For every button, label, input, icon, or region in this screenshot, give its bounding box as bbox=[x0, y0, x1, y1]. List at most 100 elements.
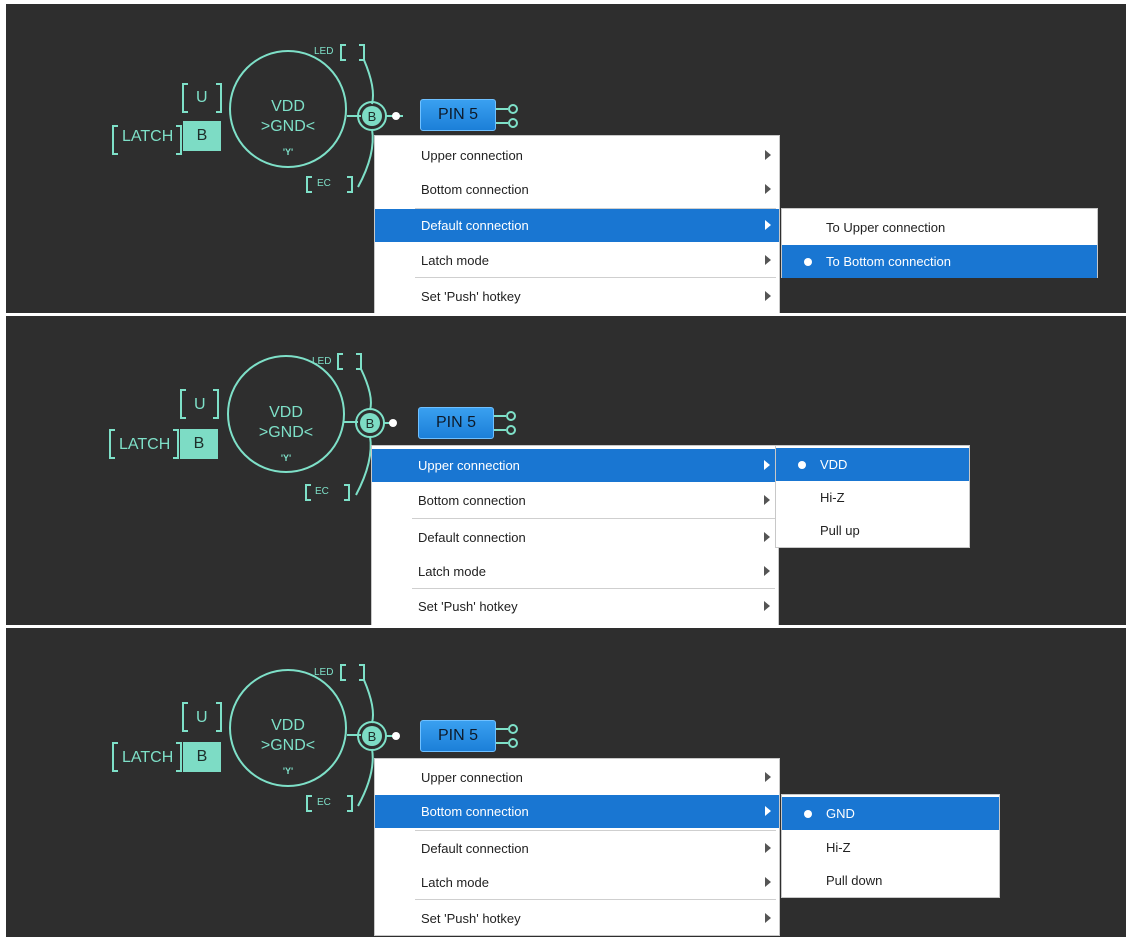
submenu-item-pull-up[interactable]: Pull up bbox=[776, 514, 969, 547]
submenu-item-hi-z[interactable]: Hi-Z bbox=[776, 481, 969, 514]
led-label: LED bbox=[314, 667, 334, 678]
menu-item-label: Default connection bbox=[418, 530, 526, 545]
submenu-item-vdd[interactable]: VDD bbox=[776, 448, 969, 481]
u-label: U bbox=[194, 396, 206, 413]
menu-item-label: Bottom connection bbox=[421, 182, 529, 197]
submenu-item-label: Hi-Z bbox=[826, 840, 851, 855]
menu-item-default-connection[interactable]: Default connection bbox=[375, 832, 779, 865]
menu-separator bbox=[412, 588, 775, 589]
menu-item-default-connection[interactable]: Default connection bbox=[372, 521, 778, 554]
submenu-arrow-icon bbox=[765, 149, 771, 160]
submenu-arrow-icon bbox=[764, 565, 770, 576]
vdd-label: VDD bbox=[271, 98, 305, 115]
b-button[interactable]: B bbox=[183, 742, 221, 772]
menu-item-upper-connection[interactable]: Upper connection bbox=[372, 449, 778, 482]
submenu-item-to-upper-connection[interactable]: To Upper connection bbox=[782, 211, 1097, 244]
y-label: 'Y' bbox=[282, 766, 294, 776]
b-node[interactable]: B bbox=[362, 726, 382, 746]
menu-item-latch-mode[interactable]: Latch mode bbox=[375, 244, 779, 277]
submenu-item-label: To Upper connection bbox=[826, 220, 946, 235]
menu-item-label: Latch mode bbox=[421, 875, 489, 890]
menu-separator bbox=[412, 518, 775, 519]
menu-item-set-push-hotkey[interactable]: Set 'Push' hotkey bbox=[372, 590, 778, 623]
submenu-arrow-icon bbox=[765, 805, 771, 816]
pin-5-button[interactable]: PIN 5 bbox=[420, 99, 496, 131]
menu-separator bbox=[415, 830, 776, 831]
panel-default-connection: LATCH U B VDD >GND< 'Y' LED EC B PIN 5 U… bbox=[6, 4, 1126, 313]
menu-item-label: Set 'Push' hotkey bbox=[421, 289, 521, 304]
submenu-upper-connection: VDD Hi-Z Pull up bbox=[776, 446, 969, 547]
menu-separator bbox=[415, 277, 776, 278]
u-label: U bbox=[196, 89, 208, 106]
b-button[interactable]: B bbox=[183, 121, 221, 151]
vdd-label: VDD bbox=[271, 717, 305, 734]
submenu-arrow-icon bbox=[764, 600, 770, 611]
submenu-item-pull-down[interactable]: Pull down bbox=[782, 864, 999, 897]
menu-item-label: Bottom connection bbox=[418, 493, 526, 508]
submenu-arrow-icon bbox=[765, 290, 771, 301]
latch-label: LATCH bbox=[122, 749, 174, 766]
menu-item-latch-mode[interactable]: Latch mode bbox=[372, 555, 778, 588]
submenu-arrow-icon bbox=[765, 254, 771, 265]
ec-label: EC bbox=[315, 486, 329, 497]
submenu-item-gnd[interactable]: GND bbox=[782, 797, 999, 830]
menu-item-label: Upper connection bbox=[421, 770, 523, 785]
menu-item-label: Latch mode bbox=[421, 253, 489, 268]
latch-label: LATCH bbox=[119, 436, 171, 453]
menu-item-label: Upper connection bbox=[421, 148, 523, 163]
menu-item-upper-connection[interactable]: Upper connection bbox=[375, 761, 779, 794]
submenu-item-label: Pull down bbox=[826, 873, 883, 888]
menu-item-default-connection[interactable]: Default connection bbox=[375, 209, 779, 242]
submenu-arrow-icon bbox=[765, 183, 771, 194]
menu-item-label: Bottom connection bbox=[421, 804, 529, 819]
submenu-item-to-bottom-connection[interactable]: To Bottom connection bbox=[782, 245, 1097, 278]
ec-label: EC bbox=[317, 178, 331, 189]
latch-label: LATCH bbox=[122, 128, 174, 145]
menu-item-bottom-connection[interactable]: Bottom connection bbox=[375, 795, 779, 828]
pin-5-button[interactable]: PIN 5 bbox=[420, 720, 496, 752]
submenu-item-label: Pull up bbox=[820, 523, 860, 538]
b-node[interactable]: B bbox=[362, 106, 382, 126]
u-label: U bbox=[196, 709, 208, 726]
selected-dot-icon bbox=[804, 809, 812, 818]
menu-item-label: Set 'Push' hotkey bbox=[418, 599, 518, 614]
submenu-arrow-icon bbox=[764, 494, 770, 505]
submenu-arrow-icon bbox=[765, 912, 771, 923]
selected-dot-icon bbox=[804, 257, 812, 266]
submenu-default-connection: To Upper connection To Bottom connection bbox=[782, 209, 1097, 278]
ec-label: EC bbox=[317, 797, 331, 808]
menu-item-label: Set 'Push' hotkey bbox=[421, 911, 521, 926]
submenu-arrow-icon bbox=[765, 876, 771, 887]
menu-item-bottom-connection[interactable]: Bottom connection bbox=[375, 173, 779, 206]
menu-item-label: Default connection bbox=[421, 841, 529, 856]
submenu-arrow-icon bbox=[764, 459, 770, 470]
menu-item-label: Upper connection bbox=[418, 458, 520, 473]
led-label: LED bbox=[314, 46, 334, 57]
y-label: 'Y' bbox=[280, 453, 292, 463]
context-menu: Upper connection Bottom connection Defau… bbox=[375, 136, 779, 313]
selected-dot-icon bbox=[798, 460, 806, 469]
menu-item-latch-mode[interactable]: Latch mode bbox=[375, 866, 779, 899]
submenu-item-hi-z[interactable]: Hi-Z bbox=[782, 831, 999, 864]
y-label: 'Y' bbox=[282, 147, 294, 157]
menu-item-upper-connection[interactable]: Upper connection bbox=[375, 139, 779, 172]
b-node[interactable]: B bbox=[360, 413, 380, 433]
submenu-item-label: Hi-Z bbox=[820, 490, 845, 505]
menu-item-label: Latch mode bbox=[418, 564, 486, 579]
b-button[interactable]: B bbox=[180, 429, 218, 459]
submenu-item-label: GND bbox=[826, 806, 855, 821]
submenu-arrow-icon bbox=[764, 531, 770, 542]
pin-5-button[interactable]: PIN 5 bbox=[418, 407, 494, 439]
menu-item-set-push-hotkey[interactable]: Set 'Push' hotkey bbox=[375, 280, 779, 313]
menu-item-label: Default connection bbox=[421, 218, 529, 233]
submenu-item-label: VDD bbox=[820, 457, 848, 472]
submenu-arrow-icon bbox=[765, 771, 771, 782]
vdd-label: VDD bbox=[269, 404, 303, 421]
menu-separator bbox=[415, 899, 776, 900]
submenu-arrow-icon bbox=[765, 219, 771, 230]
panel-bottom-connection: LATCH U B VDD >GND< 'Y' LED EC B PIN 5 U… bbox=[6, 628, 1126, 937]
context-menu: Upper connection Bottom connection Defau… bbox=[372, 446, 778, 625]
menu-item-set-push-hotkey[interactable]: Set 'Push' hotkey bbox=[375, 902, 779, 935]
panel-upper-connection: LATCH U B VDD >GND< 'Y' LED EC B PIN 5 U… bbox=[6, 316, 1126, 625]
menu-item-bottom-connection[interactable]: Bottom connection bbox=[372, 484, 778, 517]
